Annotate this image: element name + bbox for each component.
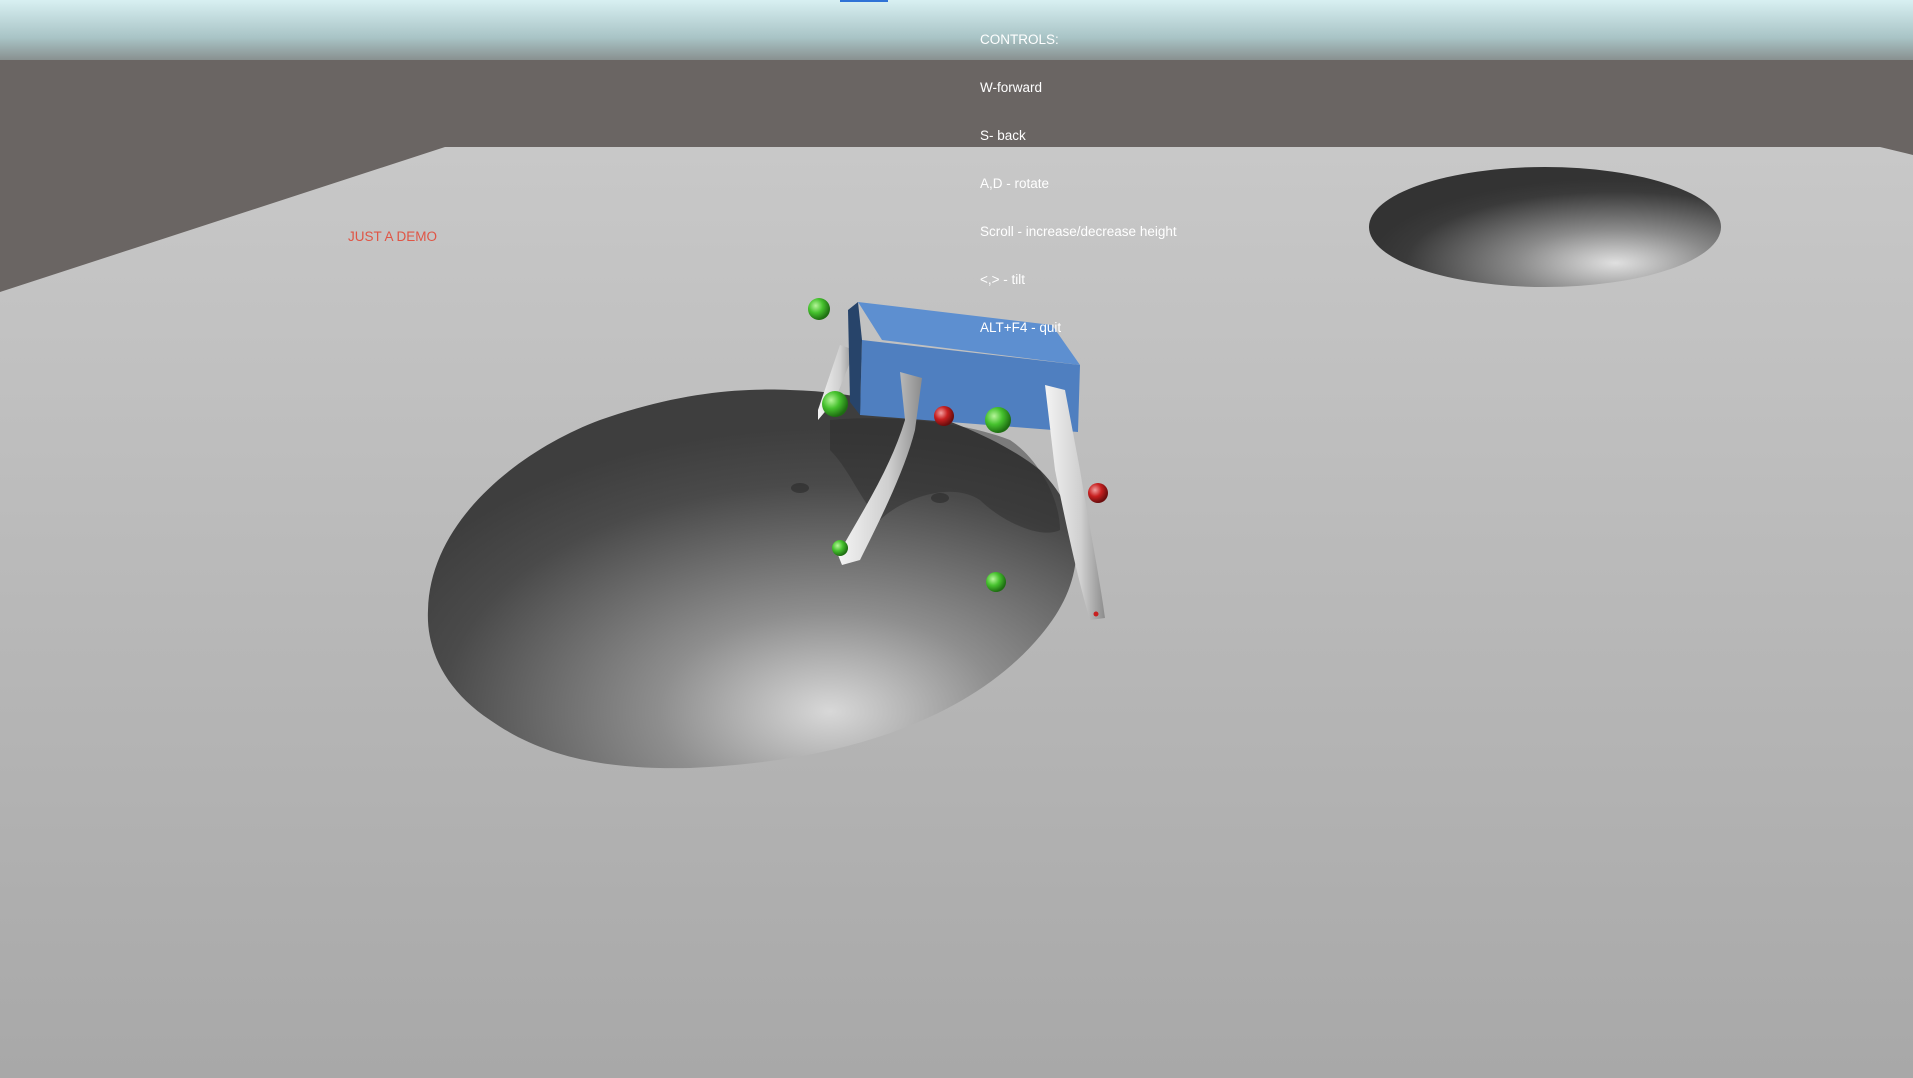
green-sphere-marker — [808, 298, 830, 320]
control-line-tilt: <,> - tilt — [980, 272, 1026, 287]
control-line-forward: W-forward — [980, 80, 1043, 95]
red-sphere-marker — [934, 406, 954, 426]
foot-shadow — [791, 483, 809, 493]
green-sphere-marker — [986, 572, 1006, 592]
foot-contact-marker — [1093, 611, 1099, 617]
control-line-quit: ALT+F4 - quit — [980, 320, 1062, 335]
foot-shadow — [931, 493, 949, 503]
control-line-rotate: A,D - rotate — [980, 176, 1050, 191]
terrain-dome-far — [1369, 167, 1721, 287]
top-progress-bar — [840, 0, 888, 2]
red-sphere-marker — [1088, 483, 1108, 503]
controls-panel: CONTROLS: W-forward S- back A,D - rotate… — [980, 0, 1177, 352]
green-sphere-marker — [822, 391, 848, 417]
game-viewport[interactable] — [0, 0, 1913, 1078]
control-line-height: Scroll - increase/decrease height — [980, 224, 1177, 239]
green-sphere-marker — [832, 540, 848, 556]
control-line-back: S- back — [980, 128, 1026, 143]
green-sphere-marker — [985, 407, 1011, 433]
controls-title: CONTROLS: — [980, 32, 1059, 47]
demo-label: JUST A DEMO — [348, 229, 438, 244]
